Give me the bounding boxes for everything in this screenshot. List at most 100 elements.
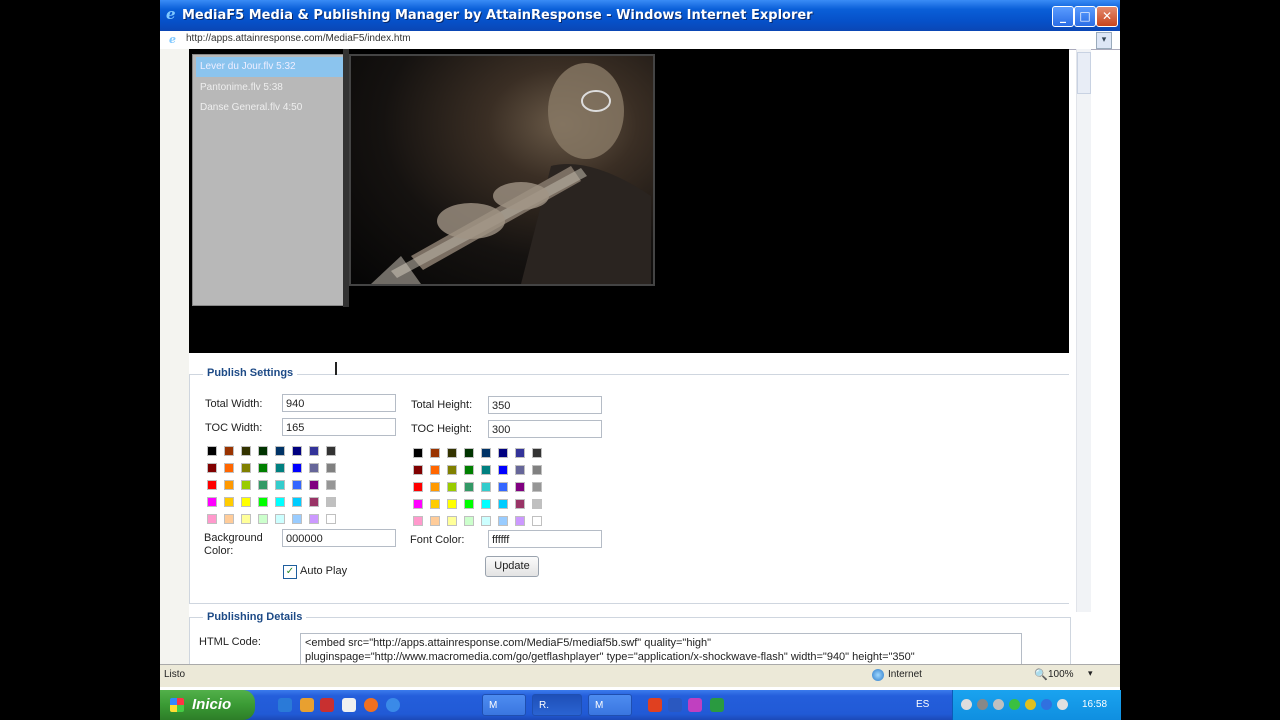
color-swatch[interactable]: [447, 516, 457, 526]
ie-quicklaunch-icon-2[interactable]: [386, 698, 400, 712]
color-swatch[interactable]: [309, 446, 319, 456]
ie-quicklaunch-icon[interactable]: [278, 698, 292, 712]
auto-play-checkbox[interactable]: ✓: [283, 565, 297, 579]
color-swatch[interactable]: [481, 499, 491, 509]
zoom-dropdown-icon[interactable]: ▾: [1088, 668, 1093, 679]
title-bar[interactable]: e MediaF5 Media & Publishing Manager by …: [160, 0, 1120, 31]
shield-icon[interactable]: [1025, 699, 1036, 710]
tray-icon[interactable]: [993, 699, 1004, 710]
color-swatch[interactable]: [430, 465, 440, 475]
color-swatch[interactable]: [326, 480, 336, 490]
color-swatch[interactable]: [224, 497, 234, 507]
color-swatch[interactable]: [207, 497, 217, 507]
minimize-button[interactable]: _: [1052, 6, 1074, 27]
color-swatch[interactable]: [481, 448, 491, 458]
color-swatch[interactable]: [464, 448, 474, 458]
color-swatch[interactable]: [464, 499, 474, 509]
app-quicklaunch-icon[interactable]: [320, 698, 334, 712]
color-swatch[interactable]: [309, 514, 319, 524]
address-url[interactable]: http://apps.attainresponse.com/MediaF5/i…: [186, 33, 411, 44]
color-swatch[interactable]: [258, 480, 268, 490]
color-swatch[interactable]: [430, 499, 440, 509]
color-swatch[interactable]: [275, 480, 285, 490]
zoom-level[interactable]: 100%: [1048, 669, 1074, 680]
color-swatch[interactable]: [515, 465, 525, 475]
color-swatch[interactable]: [515, 499, 525, 509]
color-swatch[interactable]: [275, 446, 285, 456]
start-button[interactable]: Inicio: [160, 690, 255, 720]
color-swatch[interactable]: [224, 480, 234, 490]
color-swatch[interactable]: [532, 448, 542, 458]
tray-icon[interactable]: [1041, 699, 1052, 710]
excel-icon[interactable]: [710, 698, 724, 712]
color-swatch[interactable]: [292, 463, 302, 473]
color-swatch[interactable]: [430, 482, 440, 492]
color-swatch[interactable]: [464, 482, 474, 492]
color-swatch[interactable]: [481, 482, 491, 492]
color-swatch[interactable]: [258, 446, 268, 456]
playlist-item[interactable]: Pantonime.flv 5:38: [196, 78, 346, 98]
color-swatch[interactable]: [309, 497, 319, 507]
color-swatch[interactable]: [275, 463, 285, 473]
color-swatch[interactable]: [207, 463, 217, 473]
update-button[interactable]: Update: [485, 556, 539, 577]
video-frame[interactable]: [349, 54, 655, 286]
tray-icon[interactable]: [1009, 699, 1020, 710]
color-swatch[interactable]: [258, 463, 268, 473]
color-swatch[interactable]: [224, 463, 234, 473]
color-swatch[interactable]: [241, 463, 251, 473]
color-swatch[interactable]: [224, 514, 234, 524]
background-color-input[interactable]: 000000: [282, 529, 396, 547]
volume-icon[interactable]: [1057, 699, 1068, 710]
color-swatch[interactable]: [532, 516, 542, 526]
color-swatch[interactable]: [447, 482, 457, 492]
tray-icon[interactable]: [961, 699, 972, 710]
font-color-input[interactable]: ffffff: [488, 530, 602, 548]
folder-quicklaunch-icon[interactable]: [300, 698, 314, 712]
color-swatch[interactable]: [241, 446, 251, 456]
color-swatch[interactable]: [532, 499, 542, 509]
color-swatch[interactable]: [309, 463, 319, 473]
color-swatch[interactable]: [292, 514, 302, 524]
color-swatch[interactable]: [326, 463, 336, 473]
color-swatch[interactable]: [498, 516, 508, 526]
toc-height-input[interactable]: 300: [488, 420, 602, 438]
address-dropdown-button[interactable]: ▾: [1096, 32, 1112, 49]
color-swatch[interactable]: [292, 480, 302, 490]
color-swatch[interactable]: [292, 497, 302, 507]
color-swatch[interactable]: [224, 446, 234, 456]
color-swatch[interactable]: [413, 516, 423, 526]
color-swatch[interactable]: [326, 446, 336, 456]
color-swatch[interactable]: [515, 448, 525, 458]
color-swatch[interactable]: [207, 514, 217, 524]
color-swatch[interactable]: [241, 497, 251, 507]
app-icon[interactable]: [688, 698, 702, 712]
color-swatch[interactable]: [532, 482, 542, 492]
color-swatch[interactable]: [241, 514, 251, 524]
color-swatch[interactable]: [430, 448, 440, 458]
color-swatch[interactable]: [275, 514, 285, 524]
color-swatch[interactable]: [532, 465, 542, 475]
color-swatch[interactable]: [481, 465, 491, 475]
firefox-quicklaunch-icon[interactable]: [364, 698, 378, 712]
color-swatch[interactable]: [464, 516, 474, 526]
color-swatch[interactable]: [430, 516, 440, 526]
color-swatch[interactable]: [413, 499, 423, 509]
color-swatch[interactable]: [498, 448, 508, 458]
color-swatch[interactable]: [447, 448, 457, 458]
color-swatch[interactable]: [413, 448, 423, 458]
color-swatch[interactable]: [498, 465, 508, 475]
color-swatch[interactable]: [498, 482, 508, 492]
color-swatch[interactable]: [447, 465, 457, 475]
tray-icon[interactable]: [977, 699, 988, 710]
close-button[interactable]: ✕: [1096, 6, 1118, 27]
color-swatch[interactable]: [258, 514, 268, 524]
color-swatch[interactable]: [241, 480, 251, 490]
vertical-scrollbar[interactable]: [1076, 49, 1091, 612]
taskbar-task[interactable]: M: [482, 694, 526, 716]
taskbar-task[interactable]: R.: [532, 694, 582, 716]
color-swatch[interactable]: [464, 465, 474, 475]
color-swatch[interactable]: [326, 514, 336, 524]
media-player[interactable]: Lever du Jour.flv 5:32 Pantonime.flv 5:3…: [189, 49, 1069, 353]
color-swatch[interactable]: [515, 482, 525, 492]
